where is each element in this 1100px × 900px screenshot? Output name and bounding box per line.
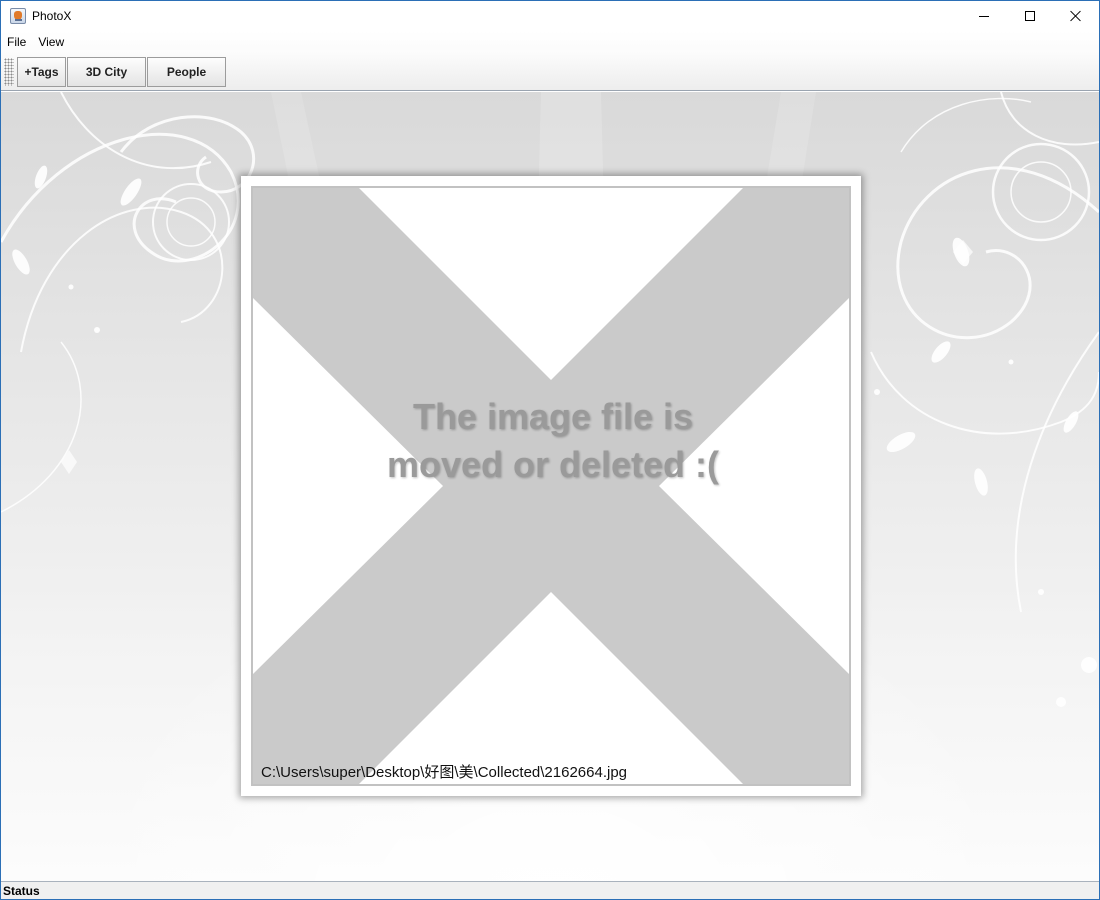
3d-city-button[interactable]: 3D City <box>67 57 146 87</box>
maximize-button[interactable] <box>1007 1 1053 31</box>
window-controls <box>961 1 1099 31</box>
menu-bar: File View <box>1 31 70 53</box>
minimize-button[interactable] <box>961 1 1007 31</box>
maximize-icon <box>1025 11 1035 21</box>
menu-file[interactable]: File <box>1 31 32 53</box>
minimize-icon <box>979 15 989 17</box>
image-file-path: C:\Users\super\Desktop\好图\美\Collected\21… <box>261 764 628 781</box>
photo-frame: The image file is moved or deleted :( C:… <box>241 176 861 796</box>
close-button[interactable] <box>1053 1 1099 31</box>
missing-image-message: The image file is moved or deleted :( <box>253 393 849 489</box>
toolbar-grip-handle[interactable] <box>4 58 14 86</box>
window-title: PhotoX <box>32 9 72 23</box>
title-bar[interactable]: PhotoX <box>1 1 1099 31</box>
status-bar: Status <box>1 881 1099 899</box>
toolbar: +Tags 3D City People <box>1 56 227 88</box>
java-app-icon <box>10 8 26 24</box>
menu-toolbar-area: File View +Tags 3D City People <box>1 31 1099 91</box>
close-icon <box>1070 10 1082 22</box>
app-window: PhotoX File View +Tags 3D City People Th… <box>0 0 1100 900</box>
missing-message-line-1: The image file is <box>412 396 694 437</box>
missing-message-line-2: moved or deleted :( <box>386 444 720 485</box>
menu-view[interactable]: View <box>32 31 70 53</box>
photo-display[interactable]: The image file is moved or deleted :( C:… <box>251 186 851 786</box>
people-button[interactable]: People <box>147 57 226 87</box>
add-tags-button[interactable]: +Tags <box>17 57 66 87</box>
viewer-area: The image file is moved or deleted :( C:… <box>1 92 1099 881</box>
